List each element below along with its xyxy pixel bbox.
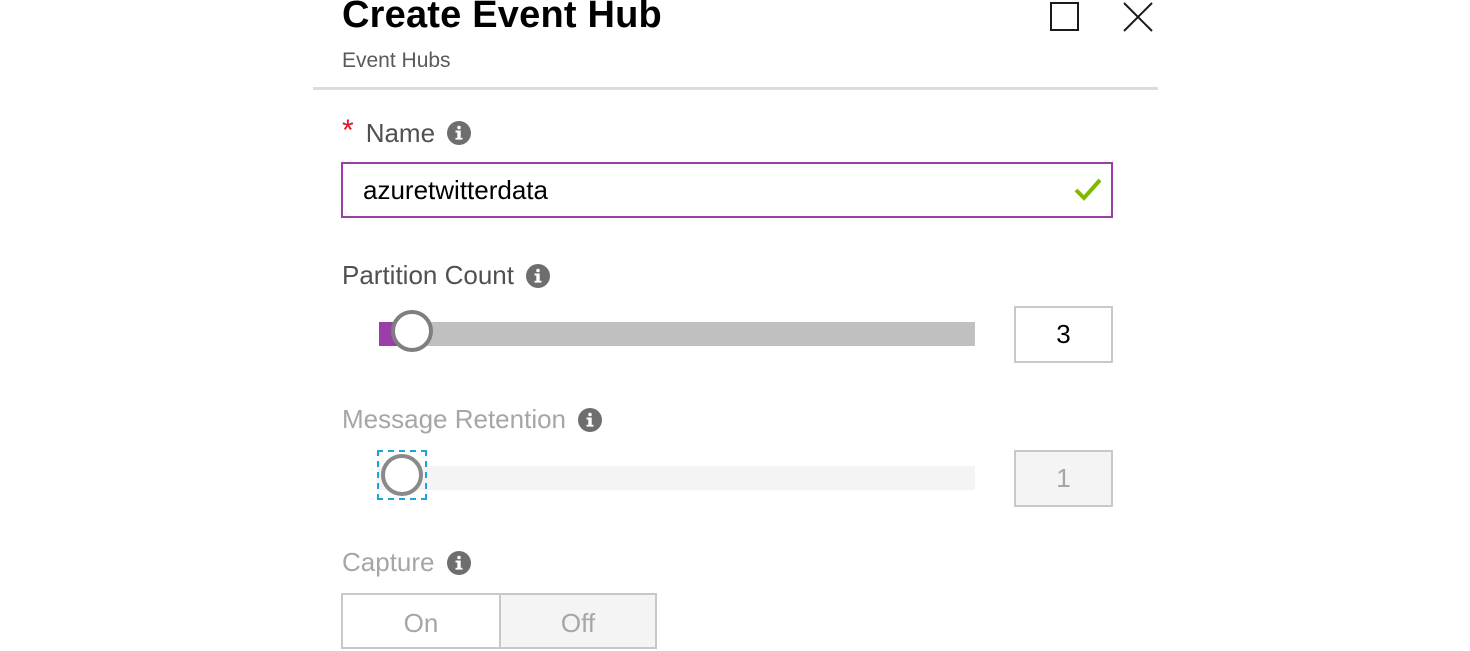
partition-count-label-row: Partition Count xyxy=(342,260,550,291)
blade-subtitle: Event Hubs xyxy=(342,49,451,72)
header-divider xyxy=(313,87,1158,90)
slider-track xyxy=(379,322,975,346)
capture-info-button[interactable] xyxy=(446,550,471,575)
maximize-icon xyxy=(1050,2,1079,31)
close-icon xyxy=(1123,2,1153,32)
partition-count-info-button[interactable] xyxy=(525,263,550,288)
message-retention-slider[interactable] xyxy=(377,450,975,500)
name-info-button[interactable] xyxy=(447,121,472,145)
message-retention-input[interactable] xyxy=(1014,450,1113,507)
info-icon xyxy=(578,407,603,432)
create-event-hub-blade: Create Event Hub Event Hubs * Name azure… xyxy=(313,0,1158,649)
name-label: Name xyxy=(365,117,436,148)
slider-track xyxy=(377,466,975,490)
close-button[interactable] xyxy=(1121,0,1155,34)
info-icon xyxy=(447,121,472,145)
info-icon xyxy=(525,263,550,288)
partition-count-slider[interactable] xyxy=(379,310,975,352)
required-marker: * xyxy=(342,114,354,147)
capture-on-option[interactable]: On xyxy=(343,595,499,647)
capture-off-option[interactable]: Off xyxy=(499,595,655,647)
maximize-button[interactable] xyxy=(1048,0,1082,34)
name-label-row: * Name xyxy=(342,114,472,150)
capture-label-row: Capture xyxy=(342,547,471,578)
name-field-container xyxy=(341,162,1113,218)
partition-count-label: Partition Count xyxy=(342,260,514,290)
slider-thumb[interactable] xyxy=(381,454,423,496)
name-input[interactable] xyxy=(343,164,1043,216)
partition-count-input[interactable] xyxy=(1014,306,1113,363)
message-retention-label-row: Message Retention xyxy=(342,404,603,435)
blade-title: Create Event Hub xyxy=(342,0,662,36)
capture-label: Capture xyxy=(342,547,435,577)
info-icon xyxy=(446,550,471,575)
message-retention-label: Message Retention xyxy=(342,404,567,434)
message-retention-info-button[interactable] xyxy=(578,407,603,432)
capture-toggle: On Off xyxy=(341,593,657,649)
checkmark-icon xyxy=(1074,178,1102,201)
